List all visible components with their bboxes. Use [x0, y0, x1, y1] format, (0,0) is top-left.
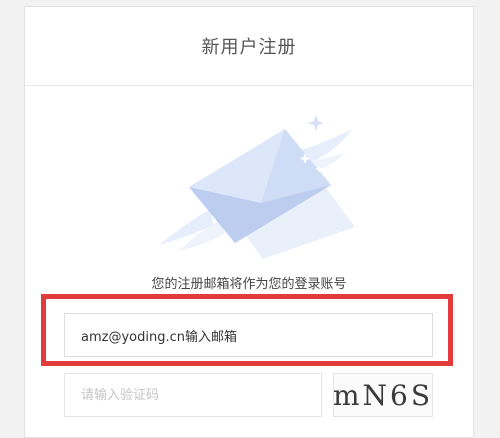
- page-title: 新用户注册: [201, 37, 297, 58]
- verification-code-input[interactable]: [64, 373, 322, 417]
- captcha-image[interactable]: mN6S: [333, 373, 433, 417]
- email-hint: 您的注册邮箱将作为您的登录账号: [151, 277, 347, 292]
- email-input[interactable]: [64, 313, 433, 357]
- captcha-text: mN6S: [332, 378, 434, 412]
- card-header: 新用户注册: [25, 7, 473, 86]
- envelope-icon: [159, 115, 355, 259]
